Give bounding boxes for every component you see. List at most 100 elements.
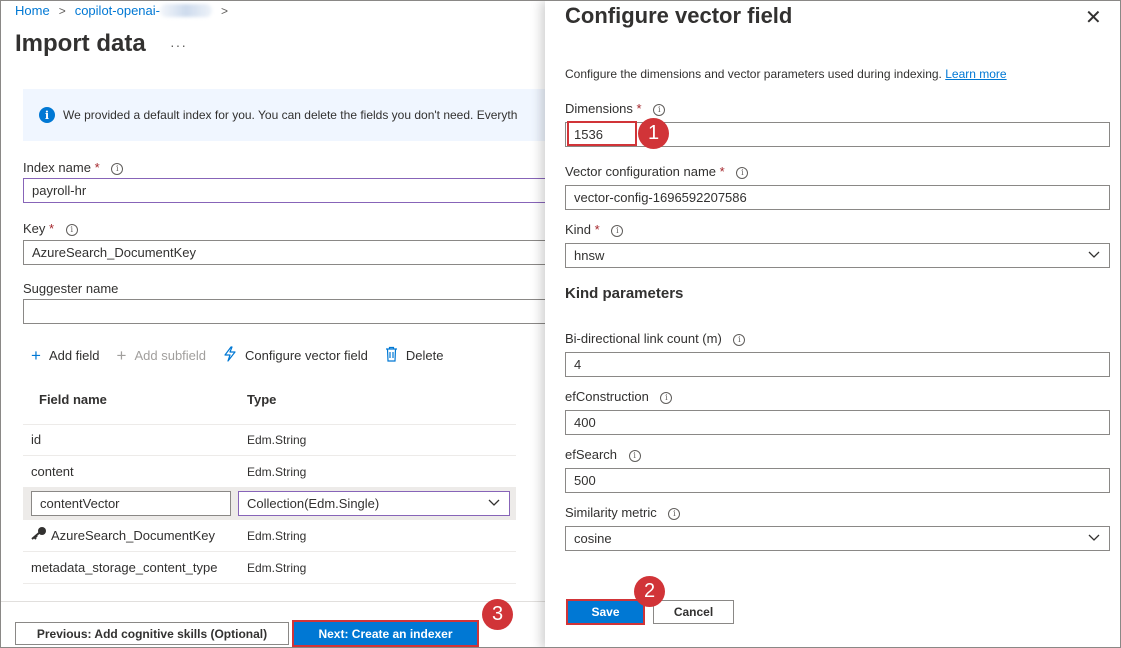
required-mark: *	[719, 164, 725, 179]
dimensions-label-text: Dimensions	[565, 101, 633, 116]
info-icon: i	[39, 107, 55, 123]
dimensions-label: Dimensions * i	[565, 101, 666, 116]
kind-parameters-heading: Kind parameters	[565, 285, 684, 302]
field-name-cell: content	[31, 464, 74, 479]
step-badge-1: 1	[638, 118, 669, 149]
chevron-down-icon	[1088, 248, 1100, 262]
delete-button[interactable]: Delete	[385, 346, 444, 365]
info-tooltip-icon[interactable]: i	[653, 103, 666, 116]
page-title: Import data	[15, 30, 146, 57]
similarity-metric-select[interactable]: cosine	[565, 526, 1110, 551]
step-badge-2: 2	[634, 576, 665, 607]
kind-label-text: Kind	[565, 222, 592, 237]
table-row-selected[interactable]: contentVector Collection(Edm.Single)	[23, 488, 516, 520]
breadcrumb-home[interactable]: Home	[15, 3, 50, 18]
ef-search-label-text: efSearch	[565, 447, 618, 462]
breadcrumb-separator-icon: >	[220, 3, 228, 18]
link-count-label: Bi-directional link count (m) i	[565, 331, 746, 346]
info-tooltip-icon[interactable]: i	[611, 224, 624, 237]
panel-description: Configure the dimensions and vector para…	[565, 67, 1007, 81]
field-type-select[interactable]: Collection(Edm.Single)	[238, 491, 510, 516]
required-mark: *	[594, 222, 600, 237]
breadcrumb-resource[interactable]: copilot-openai-	[75, 3, 160, 18]
info-tooltip-icon[interactable]: i	[668, 507, 681, 520]
ef-search-label: efSearch i	[565, 447, 641, 462]
delete-label: Delete	[405, 348, 444, 363]
vector-config-label-text: Vector configuration name	[565, 164, 717, 179]
info-tooltip-icon[interactable]: i	[736, 166, 749, 179]
chevron-down-icon	[488, 496, 500, 510]
import-data-page: Home > copilot-openai- > Import data ···…	[1, 1, 546, 647]
add-field-label: Add field	[48, 348, 100, 363]
ef-construction-input[interactable]: 400	[565, 410, 1110, 435]
add-subfield-label: Add subfield	[134, 348, 207, 363]
similarity-metric-label: Similarity metric i	[565, 505, 681, 520]
ef-construction-label-text: efConstruction	[565, 389, 649, 404]
screenshot-frame: Home > copilot-openai- > Import data ···…	[0, 0, 1121, 648]
vector-config-input[interactable]: vector-config-1696592207586	[565, 185, 1110, 210]
info-tooltip-icon[interactable]: i	[65, 223, 78, 236]
add-field-button[interactable]: + Add field	[31, 347, 100, 364]
suggester-label: Suggester name	[23, 281, 119, 296]
field-type-cell: Edm.String	[247, 433, 307, 447]
previous-button[interactable]: Previous: Add cognitive skills (Optional…	[15, 622, 289, 645]
info-tooltip-icon[interactable]: i	[733, 333, 746, 346]
index-name-input[interactable]: payroll-hr	[23, 178, 546, 203]
lightning-icon	[223, 346, 237, 365]
info-banner: i We provided a default index for you. Y…	[23, 89, 546, 141]
key-icon	[31, 526, 47, 543]
configure-vector-field-button[interactable]: Configure vector field	[223, 346, 368, 365]
configure-vector-field-panel: Configure vector field ✕ Configure the d…	[545, 1, 1120, 647]
info-tooltip-icon[interactable]: i	[628, 449, 641, 462]
vector-config-label: Vector configuration name * i	[565, 164, 749, 179]
configure-vector-label: Configure vector field	[245, 348, 368, 363]
field-name-input[interactable]: contentVector	[31, 491, 231, 516]
table-row[interactable]: AzureSearch_DocumentKey Edm.String	[23, 520, 516, 552]
step-badge-3: 3	[482, 599, 513, 630]
next-create-indexer-button[interactable]: Next: Create an indexer	[292, 620, 479, 647]
more-options-button[interactable]: ···	[170, 37, 187, 53]
dimensions-highlight-box	[567, 121, 637, 146]
plus-icon: +	[31, 346, 41, 365]
field-type-cell: Edm.String	[247, 561, 307, 575]
description-text: Configure the dimensions and vector para…	[565, 67, 942, 81]
ef-construction-label: efConstruction i	[565, 389, 673, 404]
redacted-text	[159, 4, 212, 17]
close-icon[interactable]: ✕	[1085, 5, 1102, 30]
table-row[interactable]: content Edm.String	[23, 456, 516, 488]
learn-more-link[interactable]: Learn more	[945, 67, 1006, 81]
add-subfield-button[interactable]: + Add subfield	[117, 347, 207, 364]
table-row[interactable]: metadata_storage_content_type Edm.String	[23, 552, 516, 584]
index-name-label: Index name * i	[23, 160, 124, 175]
footer-divider	[1, 601, 546, 602]
similarity-metric-value: cosine	[574, 531, 612, 546]
key-select[interactable]: AzureSearch_DocumentKey	[23, 240, 546, 265]
kind-select[interactable]: hnsw	[565, 243, 1110, 268]
trash-icon	[385, 346, 398, 365]
index-name-label-text: Index name	[23, 160, 91, 175]
info-tooltip-icon[interactable]: i	[660, 391, 673, 404]
table-row[interactable]: id Edm.String	[23, 424, 516, 456]
plus-icon: +	[116, 346, 127, 365]
field-name-text: AzureSearch_DocumentKey	[51, 528, 216, 543]
ef-search-input[interactable]: 500	[565, 468, 1110, 493]
field-type-value: Collection(Edm.Single)	[247, 496, 380, 511]
required-mark: *	[94, 160, 100, 175]
info-tooltip-icon[interactable]: i	[111, 162, 124, 175]
field-type-cell: Edm.String	[247, 529, 307, 543]
type-header: Type	[247, 392, 277, 407]
save-button[interactable]: Save	[566, 599, 645, 625]
cancel-button[interactable]: Cancel	[653, 600, 734, 624]
similarity-metric-label-text: Similarity metric	[565, 505, 657, 520]
field-name-cell: metadata_storage_content_type	[31, 560, 218, 575]
breadcrumb: Home > copilot-openai- >	[15, 3, 237, 18]
link-count-label-text: Bi-directional link count (m)	[565, 331, 722, 346]
link-count-input[interactable]: 4	[565, 352, 1110, 377]
required-mark: *	[636, 101, 642, 116]
key-label: Key * i	[23, 221, 78, 236]
field-name-header: Field name	[39, 392, 107, 407]
suggester-input[interactable]	[23, 299, 546, 324]
field-name-cell: id	[31, 432, 42, 447]
key-label-text: Key	[23, 221, 46, 236]
chevron-down-icon	[1088, 531, 1100, 545]
